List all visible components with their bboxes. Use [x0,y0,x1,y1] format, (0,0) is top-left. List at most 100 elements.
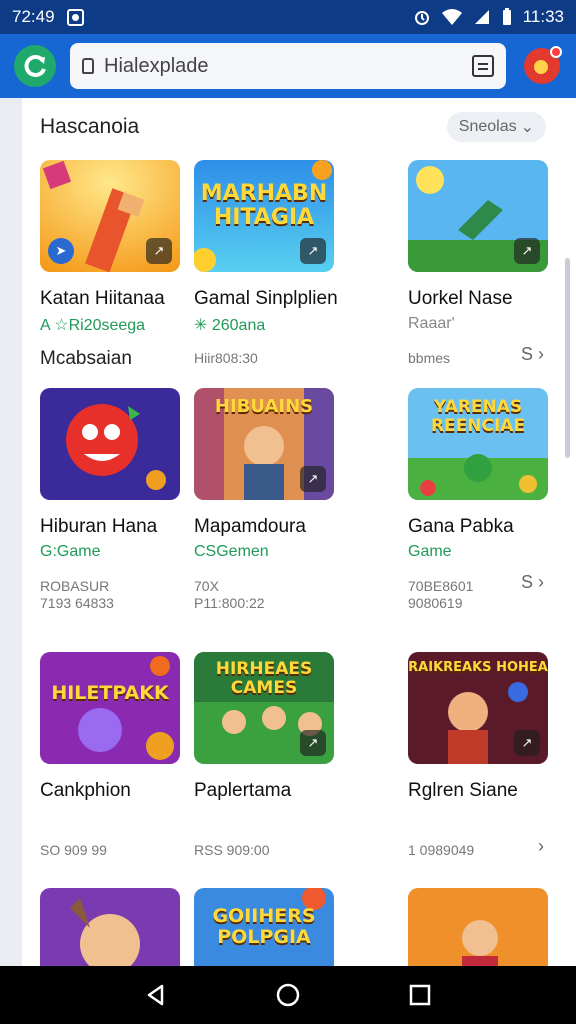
game-card[interactable]: GOIIHERS POLPGIA [194,888,334,966]
nav-recents-button[interactable] [400,975,440,1015]
refresh-icon [24,55,46,77]
game-title: Hiburan Hana [40,516,158,537]
section-header: Hascanoia Sneolas ⌄ [40,112,576,142]
game-title: Rglren Siane [408,780,518,801]
game-meta: ROBASUR 7193 64833 [40,578,114,611]
search-field[interactable]: Hialexplade [70,43,506,89]
app-bar: Hialexplade [0,34,576,98]
battery-icon [502,8,511,25]
chevron-right-icon[interactable]: S › [521,344,544,365]
app-logo[interactable] [14,45,56,87]
lock-icon [82,58,94,74]
status-bar: 72:49 11:33 [0,0,576,34]
system-nav-bar [0,966,576,1024]
game-meta: Mcabsaian [40,348,132,369]
game-card[interactable]: RAIKREAKS HOHEA ↗ Rglren Siane 1 0989049… [408,652,548,858]
game-art-title: GOIIHERS POLPGIA [212,905,316,948]
notification-dot [550,46,562,58]
scrollbar[interactable] [565,258,570,458]
game-subtitle: A ☆Ri20seega [40,317,146,334]
alarm-icon [414,11,429,25]
game-title: Mapamdoura [194,516,306,537]
section-more-label: Sneolas [458,118,517,135]
game-thumbnail[interactable]: GOIIHERS POLPGIA [194,888,334,966]
game-title: Gana Pabka [408,516,514,537]
game-art [40,388,180,500]
game-subtitle: Game [408,543,452,560]
wifi-icon [441,9,462,25]
game-art-title: HIRHEAES CAMES [215,659,313,698]
game-art-title: HILETPAKK [51,682,169,704]
game-title: Uorkel Nase [408,288,513,309]
game-card[interactable]: ↗ Uorkel Nase Raaar' bbmes S › [408,160,548,366]
status-time: 72:49 [12,7,55,26]
share-icon[interactable]: ↗ [514,730,540,756]
game-thumbnail[interactable]: HIRHEAES CAMES ↗ [194,652,334,764]
signal-icon [474,10,489,24]
game-card[interactable]: HIBUAINS ↗ Mapamdoura CSGemen 70X P11:80… [194,388,334,611]
game-art-title: YARENAS REENCIAE [430,397,526,436]
game-thumbnail[interactable] [40,888,180,966]
game-card[interactable] [40,888,180,966]
game-card[interactable]: ➤ ↗ Katan Hiitanaa A ☆Ri20seega Mcabsaia… [40,160,180,368]
avatar[interactable] [524,46,562,84]
share-icon[interactable]: ↗ [300,730,326,756]
game-meta: SO 909 99 [40,842,107,858]
share-icon[interactable]: ↗ [514,238,540,264]
nav-back-button[interactable] [136,975,176,1015]
game-thumbnail[interactable]: MARHABN HITAGIA ↗ [194,160,334,272]
game-meta: 70X P11:800:22 [194,578,265,611]
screenshot-icon [66,8,84,26]
game-meta: RSS 909:00 [194,842,270,858]
game-title: Paplertama [194,780,292,801]
game-card[interactable]: YARENAS REENCIAE Gana Pabka Game 70BE860… [408,388,548,611]
game-card[interactable] [408,888,548,966]
search-text: Hialexplade [104,54,209,77]
game-card[interactable]: Hiburan Hana G:Game ROBASUR 7193 64833 [40,388,180,611]
game-subtitle: Raaar' [408,315,455,332]
game-art [40,652,180,764]
game-thumbnail[interactable]: HILETPAKK [40,652,180,764]
game-title: Katan Hiitanaa [40,288,165,309]
game-art-title: MARHABN HITAGIA [200,181,328,230]
game-meta: Hiir808:30 [194,350,258,366]
game-art [40,888,180,966]
share-icon[interactable]: ↗ [146,238,172,264]
chevron-right-icon[interactable]: S › [521,572,544,593]
status-clock: 11:33 [522,7,564,26]
game-art-title: RAIKREAKS HOHEA [408,660,548,675]
game-thumbnail[interactable]: ➤ ↗ [40,160,180,272]
game-thumbnail[interactable]: YARENAS REENCIAE [408,388,548,500]
calendar-icon[interactable] [472,55,494,77]
game-subtitle: ✳ 260ana [194,317,266,334]
game-thumbnail[interactable]: ↗ [408,160,548,272]
share-icon[interactable]: ↗ [300,238,326,264]
section-title: Hascanoia [40,115,140,138]
game-art-title: HIBUAINS [214,396,314,417]
twitter-icon: ➤ [48,238,74,264]
game-card[interactable]: MARHABN HITAGIA ↗ Gamal Sinplplien ✳ 260… [194,160,338,366]
game-thumbnail[interactable]: RAIKREAKS HOHEA ↗ [408,652,548,764]
game-thumbnail[interactable] [40,388,180,500]
game-title: Cankphion [40,780,131,801]
game-card[interactable]: HIRHEAES CAMES ↗ Paplertama RSS 909:00 [194,652,334,858]
chevron-down-icon: ⌄ [520,119,534,136]
home-icon [276,983,300,1007]
recents-icon [409,984,431,1006]
game-thumbnail[interactable] [408,888,548,966]
game-meta: bbmes [408,350,451,366]
game-art [408,888,548,966]
game-card[interactable]: HILETPAKK Cankphion SO 909 99 [40,652,180,858]
game-title: Gamal Sinplplien [194,288,338,309]
nav-home-button[interactable] [268,975,308,1015]
game-meta: 70BE8601 9080619 [408,578,474,611]
chevron-right-icon[interactable]: › [538,836,544,857]
back-icon [147,984,164,1006]
main-content: Hascanoia Sneolas ⌄ ➤ ↗ Katan Hiitanaa A… [22,98,576,966]
game-meta: 1 0989049 [408,842,475,858]
game-subtitle: G:Game [40,543,101,560]
section-more-button[interactable]: Sneolas ⌄ [446,112,546,142]
game-thumbnail[interactable]: HIBUAINS ↗ [194,388,334,500]
game-subtitle: CSGemen [194,543,269,560]
share-icon[interactable]: ↗ [300,466,326,492]
